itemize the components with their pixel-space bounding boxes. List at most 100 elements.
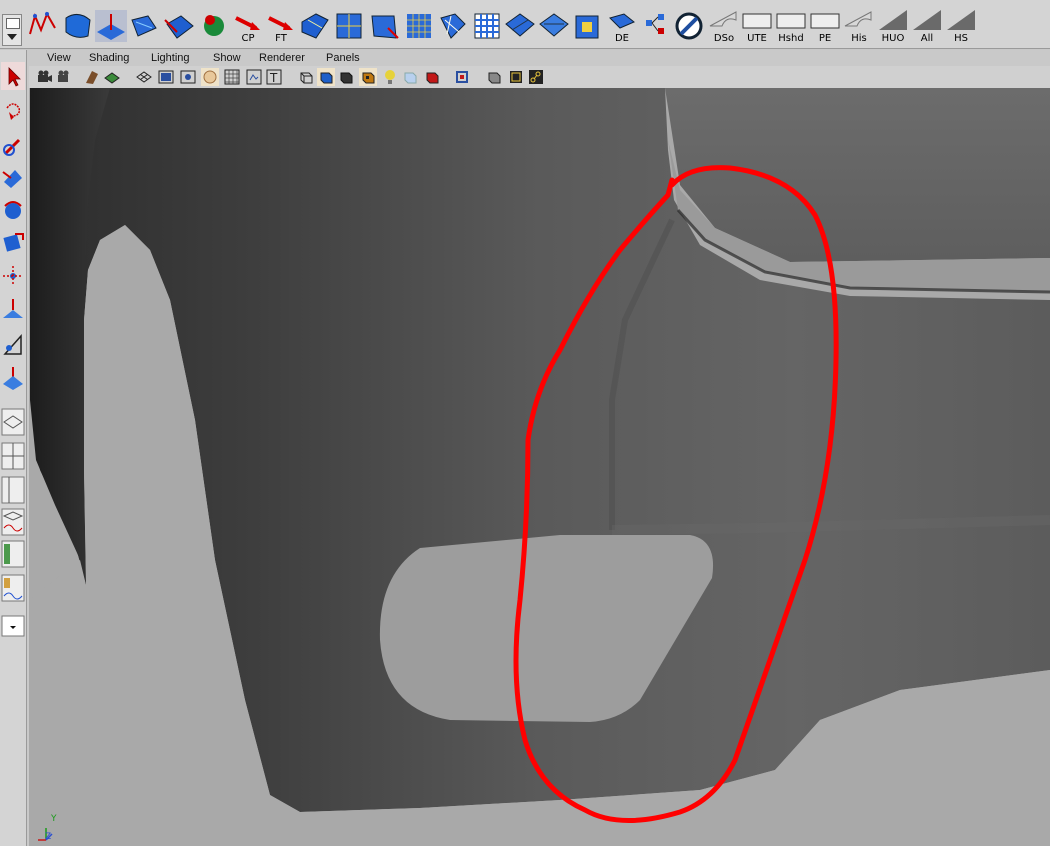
perspective-viewport[interactable]: Y Z [29, 88, 1050, 846]
menu-show[interactable]: Show [213, 52, 241, 64]
circle-slash-icon [675, 12, 703, 40]
wireframe-icon[interactable] [297, 68, 315, 86]
curve-tool-icon [29, 11, 56, 35]
circle-slash-button[interactable] [673, 10, 705, 42]
perspective-button[interactable]: PE [809, 10, 841, 44]
loft-surface-icon [131, 15, 157, 37]
multi-surface-button[interactable] [437, 10, 469, 42]
safe-title-icon[interactable] [245, 68, 263, 86]
sphere-tool-button[interactable] [198, 10, 230, 42]
soft-modify-icon[interactable] [1, 296, 25, 324]
patch-grid-button[interactable] [471, 10, 503, 42]
freeform-tool-button[interactable]: FT [265, 10, 297, 44]
manipulator-tool-icon[interactable] [1, 262, 25, 290]
transform-surface-icon[interactable] [1, 364, 25, 392]
hypergraph-layout-icon[interactable] [1, 574, 25, 602]
patch-grid-icon [474, 13, 500, 39]
safe-action-icon[interactable] [223, 68, 241, 86]
camera-attributes-icon[interactable] [55, 68, 73, 86]
center-pivot-icon [575, 15, 599, 39]
lights-icon[interactable] [381, 68, 399, 86]
connected-nodes-icon [646, 14, 664, 34]
flat-shade-icon[interactable] [337, 68, 355, 86]
show-manipulator-icon[interactable] [1, 330, 25, 358]
grid-toggle-icon[interactable] [135, 68, 153, 86]
menu-lighting[interactable]: Lighting [151, 52, 190, 64]
textured-icon[interactable] [359, 68, 377, 86]
grid-surface-icon [407, 14, 431, 38]
surface-normal-icon [97, 14, 125, 40]
loft-surface-button[interactable] [128, 10, 160, 42]
hide-shaded-button[interactable]: Hshd [775, 10, 807, 44]
control-points-button[interactable]: CP [232, 10, 264, 44]
layout-menu-icon[interactable] [1, 612, 25, 640]
text-overlay-icon[interactable]: T [265, 68, 283, 86]
delete-edge-button[interactable]: DE [606, 10, 638, 44]
select-camera-icon[interactable] [35, 68, 53, 86]
sphere-tool-icon [204, 15, 224, 36]
field-chart-icon[interactable] [201, 68, 219, 86]
revolve-surface-icon [65, 14, 91, 38]
menu-renderer[interactable]: Renderer [259, 52, 305, 64]
resolution-gate-icon[interactable] [179, 68, 197, 86]
split-surface-icon [336, 13, 362, 39]
lasso-tool-icon[interactable] [1, 98, 25, 126]
attach-surface-button[interactable] [538, 10, 570, 42]
select-tool-icon[interactable] [1, 62, 25, 90]
menu-panels[interactable]: Panels [326, 52, 360, 64]
model-render [29, 88, 1050, 846]
multi-surface-icon [440, 13, 466, 39]
show-all-button[interactable]: All [911, 10, 943, 44]
scale-tool-icon[interactable] [1, 228, 25, 256]
side-by-side-layout-icon[interactable] [1, 476, 25, 504]
shelf-button-label: HS [954, 33, 968, 44]
display-smooth-button[interactable]: DSo [708, 10, 740, 44]
split-surface-button[interactable] [333, 10, 365, 42]
smooth-shade-icon[interactable] [317, 68, 335, 86]
axis-z-label: Z [45, 832, 52, 842]
connected-nodes-button[interactable] [640, 10, 672, 42]
menu-view[interactable]: View [47, 52, 71, 64]
shelf-options-button[interactable] [2, 14, 22, 46]
xray-icon[interactable] [485, 68, 503, 86]
curve-tool-button[interactable] [27, 10, 59, 42]
outliner-layout-icon[interactable] [1, 540, 25, 568]
trim-surface-button[interactable] [368, 10, 400, 42]
xray-joints-icon[interactable] [507, 68, 525, 86]
svg-text:T: T [269, 71, 278, 85]
history-button[interactable]: His [843, 10, 875, 44]
trim-surface-icon [371, 15, 399, 39]
four-view-layout-icon[interactable] [1, 442, 25, 470]
unlock-texture-button[interactable]: UTE [741, 10, 773, 44]
paint-select-icon[interactable] [1, 132, 25, 160]
bookmark-icon[interactable] [83, 68, 101, 86]
hide-selected-button[interactable]: HS [945, 10, 977, 44]
menu-shading[interactable]: Shading [89, 52, 129, 64]
axis-y-label: Y [51, 814, 57, 824]
panel-toolbar: T [29, 66, 1050, 89]
birail-surface-icon [164, 15, 194, 39]
isolate-select-icon[interactable] [453, 68, 471, 86]
hide-unselected-button[interactable]: HUO [877, 10, 909, 44]
attach-surface-icon [539, 13, 569, 37]
grid-surface-button[interactable] [403, 10, 435, 42]
rotate-tool-icon[interactable] [1, 196, 25, 224]
joints-icon[interactable] [527, 68, 545, 86]
single-layout-icon[interactable] [1, 408, 25, 436]
move-tool-icon[interactable] [1, 164, 25, 192]
high-quality-icon[interactable] [423, 68, 441, 86]
blue-surface-icon [301, 13, 329, 39]
graph-layout-icon[interactable] [1, 508, 25, 536]
film-gate-icon[interactable] [157, 68, 175, 86]
image-plane-icon[interactable] [103, 68, 121, 86]
center-pivot-button[interactable] [572, 10, 604, 42]
birail-surface-button[interactable] [163, 10, 195, 42]
stitch-surface-icon [505, 13, 535, 37]
shadows-icon[interactable] [401, 68, 419, 86]
revolve-surface-button[interactable] [62, 10, 94, 42]
shelf-button-label: FT [275, 33, 287, 44]
surface-normal-button[interactable] [95, 10, 127, 42]
toolbox [0, 50, 27, 846]
stitch-surface-button[interactable] [504, 10, 536, 42]
blue-surface-button[interactable] [298, 10, 330, 42]
